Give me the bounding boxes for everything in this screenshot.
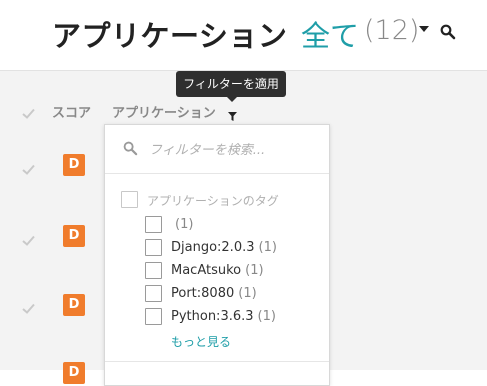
row-check-icon[interactable]: [22, 231, 35, 250]
chevron-down-icon[interactable]: [419, 26, 429, 32]
tag-option[interactable]: Python:3.6.3 (1): [171, 309, 276, 324]
tag-checkbox[interactable]: [145, 262, 162, 279]
filter-search-input[interactable]: [147, 139, 321, 161]
tag-option[interactable]: MacAtsuko (1): [171, 263, 264, 278]
column-header-application[interactable]: アプリケーション: [112, 102, 216, 121]
tag-option[interactable]: (1): [171, 217, 193, 232]
tag-count: (1): [245, 263, 264, 278]
filter-all-selector[interactable]: 全て: [301, 13, 359, 55]
tag-label: Django:2.0.3: [171, 240, 255, 255]
show-more-link[interactable]: もっと見る: [171, 333, 231, 350]
tooltip-arrow: [227, 97, 237, 102]
search-icon: [123, 141, 138, 160]
tag-label: Python:3.6.3: [171, 309, 254, 324]
row-check-icon[interactable]: [22, 299, 35, 318]
row-check-icon[interactable]: [22, 160, 35, 179]
grade-badge: D: [63, 362, 85, 384]
filter-search-bar: [105, 125, 329, 174]
tag-count: (1): [258, 240, 277, 255]
page-title: アプリケーション: [52, 19, 288, 53]
search-icon[interactable]: [440, 24, 456, 44]
column-header-score[interactable]: スコア: [52, 102, 91, 121]
tag-option[interactable]: Port:8080 (1): [171, 286, 257, 301]
tag-checkbox[interactable]: [145, 216, 162, 233]
filter-icon[interactable]: [228, 106, 237, 125]
group-label: アプリケーションのタグ: [147, 194, 279, 208]
grade-badge: D: [63, 154, 85, 176]
item-count: (12): [364, 15, 420, 46]
tag-checkbox[interactable]: [145, 308, 162, 325]
tag-checkbox[interactable]: [145, 239, 162, 256]
filter-tooltip: フィルターを適用: [176, 71, 286, 97]
tag-label: Port:8080: [171, 286, 235, 301]
tag-count: (1): [175, 217, 194, 232]
tag-count: (1): [238, 286, 257, 301]
select-all-check-icon[interactable]: [22, 104, 35, 123]
group-checkbox[interactable]: [121, 191, 138, 208]
tag-checkbox[interactable]: [145, 285, 162, 302]
grade-badge: D: [63, 225, 85, 247]
grade-badge: D: [63, 294, 85, 316]
dropdown-divider: [105, 361, 329, 362]
tag-option[interactable]: Django:2.0.3 (1): [171, 240, 277, 255]
page-header: アプリケーション 全て (12): [0, 0, 487, 70]
tag-label: MacAtsuko: [171, 263, 242, 278]
tag-count: (1): [257, 309, 276, 324]
filter-dropdown: アプリケーションのタグ (1) Django:2.0.3(1) MacAtsuk…: [104, 124, 330, 386]
